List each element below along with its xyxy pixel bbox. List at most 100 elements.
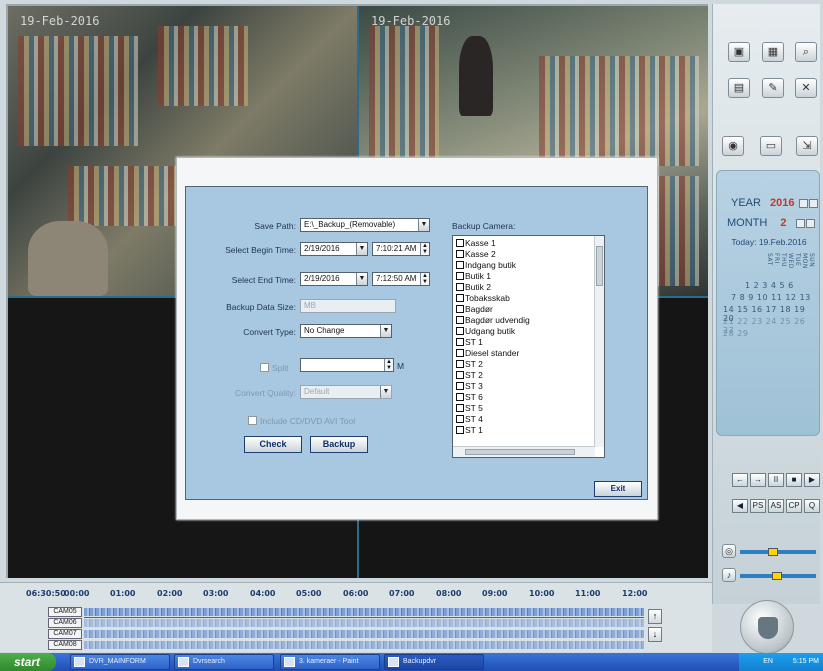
horizontal-scrollbar[interactable] xyxy=(453,446,595,457)
checkbox[interactable] xyxy=(456,261,464,269)
camera-list[interactable]: Kasse 1 Kasse 2 Indgang butik Butik 1 Bu… xyxy=(452,235,605,458)
save-path-select[interactable]: E:\_Backup_(Removable) ▼ xyxy=(300,218,430,232)
month-prev-button[interactable] xyxy=(795,218,805,228)
prev-frame-button[interactable]: ← xyxy=(732,473,748,487)
close-icon[interactable]: ✕ xyxy=(795,78,817,98)
timeline-row[interactable]: CAM07 xyxy=(48,629,648,639)
play-button[interactable]: ▶ xyxy=(804,473,820,487)
backup-button[interactable]: Backup xyxy=(310,436,368,453)
camera-list-item[interactable]: ST 6 xyxy=(456,392,483,403)
check-button[interactable]: Check xyxy=(244,436,302,453)
checkbox[interactable] xyxy=(456,393,464,401)
checkbox[interactable] xyxy=(456,327,464,335)
convert-type-select[interactable]: No Change ▼ xyxy=(300,324,392,338)
recording-bar[interactable] xyxy=(84,630,644,638)
end-date-picker[interactable]: 2/19/2016 ▼ xyxy=(300,272,368,286)
spinner-icon[interactable]: ▲ ▼ xyxy=(420,273,429,285)
edit-icon[interactable]: ✎ xyxy=(762,78,784,98)
start-button[interactable]: start xyxy=(0,653,56,671)
camera-list-item[interactable]: ST 1 xyxy=(456,337,483,348)
disk-icon[interactable]: ◉ xyxy=(722,136,744,156)
checkbox[interactable] xyxy=(456,294,464,302)
taskbar-item-active[interactable]: Backupdvr xyxy=(384,654,484,670)
pause-button[interactable]: II xyxy=(768,473,784,487)
spinner-icon[interactable]: ▲ ▼ xyxy=(420,243,429,255)
end-time-spinner[interactable]: 7:12:50 AM ▲ ▼ xyxy=(372,272,430,286)
camera-list-item[interactable]: ST 1 xyxy=(456,425,483,436)
scroll-up-button[interactable]: ↑ xyxy=(648,609,662,624)
checkbox[interactable] xyxy=(456,239,464,247)
camera-list-item[interactable]: Kasse 1 xyxy=(456,238,496,249)
camera-list-item[interactable]: Kasse 2 xyxy=(456,249,496,260)
reverse-button[interactable]: ◀ xyxy=(732,499,748,513)
chevron-down-icon[interactable]: ▼ xyxy=(356,243,367,255)
timeline-row[interactable]: CAM08 xyxy=(48,640,648,650)
checkbox[interactable] xyxy=(456,272,464,280)
camera-list-item[interactable]: Butik 1 xyxy=(456,271,491,282)
timeline-row[interactable]: CAM06 xyxy=(48,618,648,628)
checkbox[interactable] xyxy=(456,283,464,291)
camera-list-item[interactable]: ST 3 xyxy=(456,381,483,392)
checkbox[interactable] xyxy=(456,316,464,324)
chevron-down-icon[interactable]: ▼ xyxy=(380,325,391,337)
as-button[interactable]: AS xyxy=(768,499,784,513)
checkbox[interactable] xyxy=(456,426,464,434)
camera-list-item[interactable]: Diesel stander xyxy=(456,348,519,359)
volume-slider-thumb[interactable] xyxy=(772,572,782,580)
scroll-thumb[interactable] xyxy=(465,449,575,455)
begin-time-spinner[interactable]: 7:10:21 AM ▲ ▼ xyxy=(372,242,430,256)
camera-list-item[interactable]: Bagdør udvendig xyxy=(456,315,530,326)
checkbox[interactable] xyxy=(456,404,464,412)
export-icon[interactable]: ⇲ xyxy=(796,136,818,156)
calendar-week[interactable]: 28 29 xyxy=(723,329,748,338)
checkbox[interactable] xyxy=(456,250,464,258)
calendar-week[interactable]: 1 2 3 4 5 6 xyxy=(745,281,794,290)
taskbar-item[interactable]: DVR_MAINFORM xyxy=(70,654,170,670)
camera-list-item[interactable]: Butik 2 xyxy=(456,282,491,293)
split-view-icon[interactable]: ▦ xyxy=(762,42,784,62)
main-action-button[interactable] xyxy=(740,600,794,654)
camera-list-item[interactable]: Bagdør xyxy=(456,304,493,315)
recording-bar[interactable] xyxy=(84,641,644,649)
search-icon[interactable]: ⌕ xyxy=(795,42,817,62)
speed-slider-thumb[interactable] xyxy=(768,548,778,556)
exit-button[interactable]: Exit xyxy=(594,481,642,497)
spinner-icon[interactable]: ▲ ▼ xyxy=(384,359,393,371)
split-checkbox[interactable] xyxy=(260,363,269,372)
camera-list-item[interactable]: Tobaksskab xyxy=(456,293,510,304)
month-next-button[interactable] xyxy=(805,218,815,228)
checkbox[interactable] xyxy=(456,415,464,423)
scroll-down-button[interactable]: ↓ xyxy=(648,627,662,642)
camera-list-item[interactable]: ST 2 xyxy=(456,370,483,381)
checkbox[interactable] xyxy=(456,305,464,313)
next-frame-button[interactable]: → xyxy=(750,473,766,487)
camera-list-item[interactable]: ST 4 xyxy=(456,414,483,425)
calendar-week[interactable]: 7 8 9 10 11 12 13 xyxy=(731,293,811,302)
grid-icon[interactable]: ▤ xyxy=(728,78,750,98)
language-indicator[interactable]: EN xyxy=(763,658,773,665)
recording-bar[interactable] xyxy=(84,619,644,627)
taskbar-item[interactable]: Dvrsearch xyxy=(174,654,274,670)
camera-icon[interactable]: ▣ xyxy=(728,42,750,62)
timeline-row[interactable]: CAM05 xyxy=(48,607,648,617)
checkbox[interactable] xyxy=(456,338,464,346)
scroll-thumb[interactable] xyxy=(596,246,603,286)
split-size-input[interactable]: ▲ ▼ xyxy=(300,358,394,372)
camera-list-item[interactable]: ST 5 xyxy=(456,403,483,414)
year-next-button[interactable] xyxy=(808,198,818,208)
chevron-down-icon[interactable]: ▼ xyxy=(418,219,429,231)
checkbox[interactable] xyxy=(456,360,464,368)
camera-list-item[interactable]: ST 2 xyxy=(456,359,483,370)
stop-button[interactable]: ■ xyxy=(786,473,802,487)
year-prev-button[interactable] xyxy=(798,198,808,208)
checkbox[interactable] xyxy=(456,382,464,390)
vertical-scrollbar[interactable] xyxy=(594,236,604,447)
ps-button[interactable]: PS xyxy=(750,499,766,513)
camera-list-item[interactable]: Indgang butik xyxy=(456,260,516,271)
chevron-down-icon[interactable]: ▼ xyxy=(356,273,367,285)
begin-date-picker[interactable]: 2/19/2016 ▼ xyxy=(300,242,368,256)
taskbar-item[interactable]: 3. kameraer - Paint xyxy=(280,654,380,670)
zoom-button[interactable]: Q xyxy=(804,499,820,513)
monitor-icon[interactable]: ▭ xyxy=(760,136,782,156)
checkbox[interactable] xyxy=(456,371,464,379)
